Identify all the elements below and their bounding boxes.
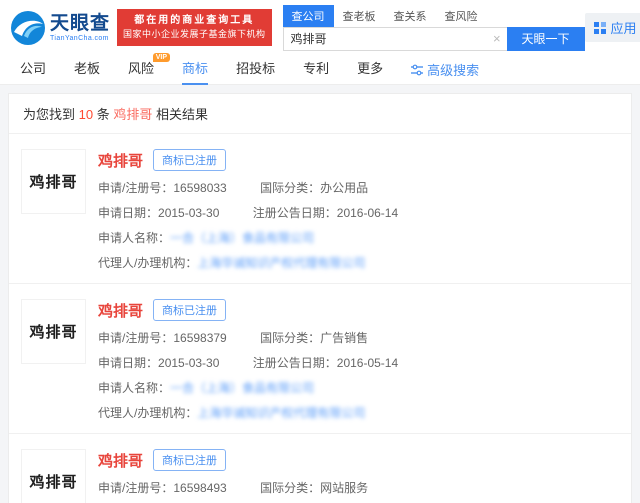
nav-item-bidding[interactable]: 招投标: [236, 55, 275, 85]
agent-link[interactable]: 上海华诚知识产权代理有限公司: [197, 406, 365, 420]
tianyancha-logo[interactable]: 天眼查 TianYanCha.com: [10, 10, 110, 46]
pub-date-value: 2016-06-14: [337, 206, 398, 220]
class-value: 网站服务: [320, 481, 368, 495]
apply-date-label: 申请日期：: [98, 356, 158, 370]
trademark-image[interactable]: 鸡排哥: [21, 149, 86, 214]
results-panel: 为您找到 10 条 鸡排哥 相关结果 鸡排哥 鸡排哥 商标已注册 申请/注册号：…: [8, 93, 632, 503]
apps-label: 应用: [611, 18, 637, 37]
apps-dropdown-button[interactable]: 应用 ▼: [585, 13, 640, 42]
reg-no-value: 16598493: [173, 481, 226, 495]
status-badge: 商标已注册: [153, 299, 226, 321]
search-tab-boss[interactable]: 查老板: [334, 5, 385, 27]
category-nav: 公司 老板 风险VIP 商标 招投标 专利 更多 高级搜索: [0, 55, 640, 85]
nav-item-risk[interactable]: 风险VIP: [128, 55, 154, 85]
trademark-result-row: 鸡排哥 鸡排哥 商标已注册 申请/注册号：16598379 国际分类：广告销售 …: [9, 284, 631, 434]
search-button[interactable]: 天眼一下: [507, 27, 585, 51]
trademark-image[interactable]: 鸡排哥: [21, 299, 86, 364]
nav-item-boss[interactable]: 老板: [74, 55, 100, 85]
apps-grid-icon: [594, 22, 606, 34]
spacer: [0, 85, 640, 93]
advanced-search-link[interactable]: 高级搜索: [411, 60, 479, 79]
agent-label: 代理人/办理机构：: [98, 256, 197, 270]
applicant-link[interactable]: 一合（上海）食品有限公司: [170, 231, 314, 245]
class-value: 广告销售: [320, 331, 368, 345]
promo-line1: 都在用的商业查询工具: [123, 13, 266, 28]
header: 天眼查 TianYanCha.com 都在用的商业查询工具 国家中小企业发展子基…: [0, 0, 640, 55]
pub-date-label: 注册公告日期：: [253, 356, 337, 370]
search-tab-company[interactable]: 查公司: [283, 5, 334, 27]
clear-input-icon[interactable]: ×: [493, 31, 501, 46]
class-label: 国际分类：: [260, 331, 320, 345]
status-badge: 商标已注册: [153, 149, 226, 171]
eye-logo-icon: [10, 10, 46, 46]
status-badge: 商标已注册: [153, 449, 226, 471]
logo-title: 天眼查: [50, 14, 110, 33]
agent-label: 代理人/办理机构：: [98, 406, 197, 420]
vip-badge: VIP: [153, 53, 170, 62]
promo-line2: 国家中小企业发展子基金旗下机构: [123, 28, 266, 42]
class-label: 国际分类：: [260, 181, 320, 195]
trademark-image[interactable]: 鸡排哥: [21, 449, 86, 503]
nav-item-trademark[interactable]: 商标: [182, 55, 208, 85]
apply-date-label: 申请日期：: [98, 206, 158, 220]
search-tabs: 查公司 查老板 查关系 查风险: [283, 5, 585, 27]
sliders-icon: [411, 64, 423, 76]
search-tab-risk[interactable]: 查风险: [436, 5, 487, 27]
logo-domain: TianYanCha.com: [50, 35, 110, 42]
class-value: 办公用品: [320, 181, 368, 195]
search-keyword: 鸡排哥: [113, 107, 152, 122]
search-block: 查公司 查老板 查关系 查风险 × 天眼一下: [283, 5, 585, 51]
reg-no-value: 16598033: [173, 181, 226, 195]
trademark-title-link[interactable]: 鸡排哥: [98, 150, 143, 171]
search-input[interactable]: [283, 27, 507, 51]
nav-item-more[interactable]: 更多: [357, 55, 383, 85]
applicant-link[interactable]: 一合（上海）食品有限公司: [170, 381, 314, 395]
promo-banner: 都在用的商业查询工具 国家中小企业发展子基金旗下机构: [117, 9, 272, 46]
trademark-result-row: 鸡排哥 鸡排哥 商标已注册 申请/注册号：16598033 国际分类：办公用品 …: [9, 134, 631, 284]
reg-no-label: 申请/注册号：: [98, 331, 173, 345]
pub-date-label: 注册公告日期：: [253, 206, 337, 220]
agent-link[interactable]: 上海华诚知识产权代理有限公司: [197, 256, 365, 270]
reg-no-value: 16598379: [173, 331, 226, 345]
trademark-title-link[interactable]: 鸡排哥: [98, 450, 143, 471]
apply-date-value: 2015-03-30: [158, 356, 219, 370]
nav-item-patent[interactable]: 专利: [303, 55, 329, 85]
nav-item-company[interactable]: 公司: [20, 55, 46, 85]
reg-no-label: 申请/注册号：: [98, 481, 173, 495]
result-count: 10: [79, 107, 93, 122]
trademark-title-link[interactable]: 鸡排哥: [98, 300, 143, 321]
applicant-label: 申请人名称：: [98, 381, 170, 395]
reg-no-label: 申请/注册号：: [98, 181, 173, 195]
results-summary: 为您找到 10 条 鸡排哥 相关结果: [9, 94, 631, 134]
class-label: 国际分类：: [260, 481, 320, 495]
trademark-result-row: 鸡排哥 鸡排哥 商标已注册 申请/注册号：16598493 国际分类：网站服务 …: [9, 434, 631, 503]
applicant-label: 申请人名称：: [98, 231, 170, 245]
search-tab-relation[interactable]: 查关系: [385, 5, 436, 27]
apply-date-value: 2015-03-30: [158, 206, 219, 220]
pub-date-value: 2016-05-14: [337, 356, 398, 370]
